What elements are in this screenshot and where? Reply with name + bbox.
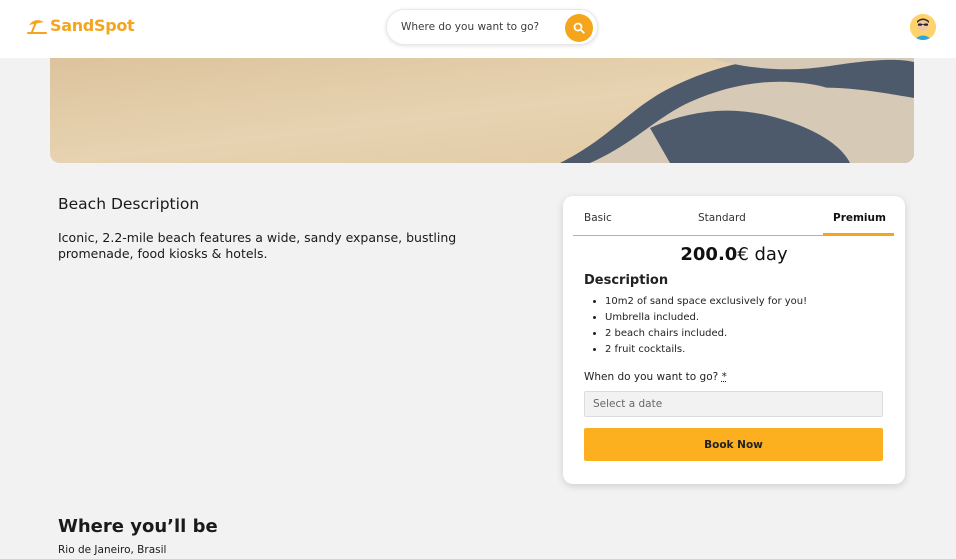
- active-tab-indicator: [823, 233, 894, 236]
- date-label-text: When do you want to go?: [584, 371, 719, 383]
- user-avatar-icon: [910, 14, 936, 40]
- feature-list: 10m2 of sand space exclusively for you! …: [605, 295, 807, 359]
- beach-description-text: Iconic, 2.2-mile beach features a wide, …: [58, 230, 457, 261]
- required-marker: *: [721, 371, 727, 383]
- beach-description-title: Beach Description: [58, 195, 200, 213]
- plan-description-title: Description: [584, 273, 669, 288]
- tab-basic[interactable]: Basic: [584, 212, 612, 224]
- book-now-button[interactable]: Book Now: [584, 428, 883, 461]
- brand-logo[interactable]: SandSpot: [27, 16, 135, 35]
- plan-tabs: Basic Standard Premium: [573, 206, 894, 236]
- price-suffix: € day: [737, 244, 788, 265]
- feature-item: 10m2 of sand space exclusively for you!: [605, 295, 807, 311]
- feature-item: 2 beach chairs included.: [605, 327, 807, 343]
- tab-premium[interactable]: Premium: [833, 212, 886, 224]
- beach-umbrella-icon: [27, 19, 47, 34]
- location-title: Where you’ll be: [58, 516, 218, 537]
- beach-hero-image: [50, 58, 914, 163]
- price-amount: 200.0: [680, 244, 738, 265]
- feature-item: 2 fruit cocktails.: [605, 343, 807, 359]
- booking-card: Basic Standard Premium 200.0€ day Descri…: [563, 196, 905, 484]
- search-button[interactable]: [565, 14, 593, 42]
- date-picker-input[interactable]: [584, 391, 883, 417]
- search-bar: [386, 9, 598, 45]
- feature-item: Umbrella included.: [605, 311, 807, 327]
- search-input[interactable]: [401, 10, 561, 44]
- brand-name: SandSpot: [50, 16, 135, 35]
- user-avatar[interactable]: [910, 14, 936, 40]
- search-icon: [573, 22, 585, 34]
- location-text: Rio de Janeiro, Brasil: [58, 544, 167, 556]
- date-label: When do you want to go? *: [584, 371, 727, 383]
- top-navbar: SandSpot: [0, 0, 956, 58]
- tab-standard[interactable]: Standard: [698, 212, 746, 224]
- price-display: 200.0€ day: [563, 244, 905, 265]
